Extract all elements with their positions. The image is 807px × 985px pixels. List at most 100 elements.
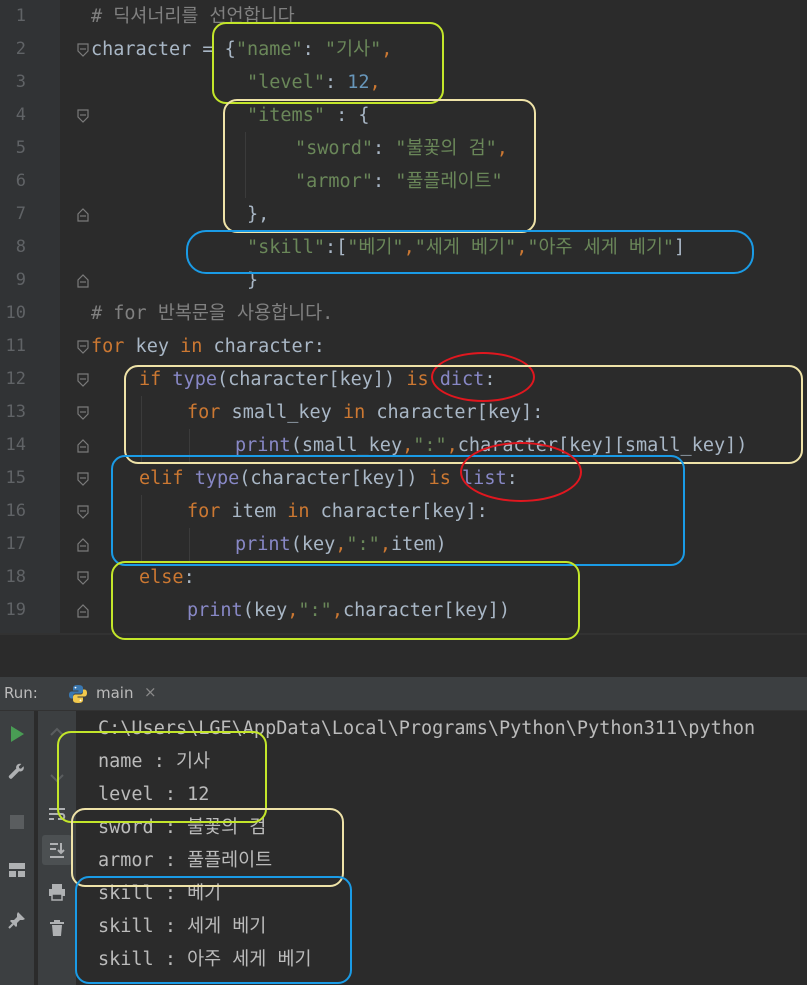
rerun-play-icon[interactable] bbox=[2, 719, 32, 749]
fold-open-icon[interactable] bbox=[77, 373, 89, 387]
code-line-5: "sword": "불꽃의 검", bbox=[295, 132, 508, 165]
comment: # for 반복문을 사용합니다. bbox=[91, 303, 334, 324]
punct: : bbox=[302, 39, 325, 60]
punct: : bbox=[506, 468, 518, 489]
trash-icon[interactable] bbox=[42, 913, 72, 943]
fold-open-icon[interactable] bbox=[77, 109, 89, 123]
console-line: level : 12 bbox=[98, 784, 210, 805]
fold-close-icon[interactable] bbox=[77, 538, 89, 552]
line-number: 5 bbox=[15, 138, 26, 158]
run-tab-main[interactable]: main × bbox=[62, 677, 168, 710]
string: "armor" bbox=[295, 171, 373, 192]
console-line: armor : 풀플레이트 bbox=[98, 850, 273, 871]
run-tab-label: main bbox=[96, 684, 134, 702]
keyword: is bbox=[406, 369, 429, 390]
fold-open-icon[interactable] bbox=[77, 406, 89, 420]
fold-open-icon[interactable] bbox=[77, 571, 89, 585]
keyword: for bbox=[187, 501, 221, 522]
code-line-3: "level": 12, bbox=[247, 66, 381, 99]
string: ":" bbox=[413, 435, 447, 456]
fold-close-icon[interactable] bbox=[77, 439, 89, 453]
string: "기사" bbox=[324, 39, 382, 60]
code-line-19: print(key,":",character[key]) bbox=[187, 594, 510, 627]
string: "세게 베기" bbox=[414, 237, 517, 258]
identifier: character[key][small_key]) bbox=[457, 435, 748, 456]
punct: , bbox=[331, 600, 343, 621]
keyword: in bbox=[342, 402, 366, 423]
string: ":" bbox=[298, 600, 332, 621]
identifier: (character[key]) bbox=[216, 369, 407, 390]
run-toolbar-secondary bbox=[38, 711, 76, 985]
builtin: type bbox=[172, 369, 217, 390]
line-number: 12 bbox=[5, 369, 26, 389]
line-number: 10 bbox=[5, 303, 26, 323]
code-line-8: "skill":["베기","세게 베기","아주 세게 베기"] bbox=[247, 231, 685, 264]
line-number: 14 bbox=[5, 435, 26, 455]
identifier: character: bbox=[202, 336, 325, 357]
scroll-to-end-icon[interactable] bbox=[42, 835, 72, 865]
punct: , bbox=[379, 534, 391, 555]
punct: } bbox=[247, 270, 259, 291]
layout-icon[interactable] bbox=[2, 855, 32, 885]
console-line: skill : 아주 세게 베기 bbox=[98, 949, 312, 970]
keyword: elif bbox=[139, 468, 184, 489]
fold-open-icon[interactable] bbox=[77, 340, 89, 354]
indent-guide bbox=[189, 528, 190, 561]
builtin: list bbox=[462, 468, 507, 489]
keyword: is bbox=[428, 468, 451, 489]
console-line: sword : 불꽃의 검 bbox=[98, 817, 267, 838]
code-line-13: for small_key in character[key]: bbox=[187, 396, 543, 429]
indent-guide bbox=[141, 495, 142, 561]
string: "name" bbox=[235, 39, 303, 60]
fold-open-icon[interactable] bbox=[77, 505, 89, 519]
fold-open-icon[interactable] bbox=[77, 43, 89, 57]
code-editor[interactable]: 1 2 3 4 5 6 7 8 9 10 11 12 13 14 15 16 1… bbox=[0, 0, 807, 633]
punct: , bbox=[287, 600, 299, 621]
wrench-icon[interactable] bbox=[2, 757, 32, 787]
line-number: 2 bbox=[15, 39, 26, 59]
string: "풀플레이트" bbox=[395, 171, 503, 192]
keyword: if bbox=[139, 369, 162, 390]
identifier: (key bbox=[242, 600, 288, 621]
string: ":" bbox=[346, 534, 380, 555]
punct: , bbox=[335, 534, 347, 555]
identifier: (key bbox=[290, 534, 336, 555]
fold-close-icon[interactable] bbox=[77, 208, 89, 222]
string: "sword" bbox=[295, 138, 373, 159]
punct: : bbox=[372, 138, 396, 159]
identifier: item bbox=[220, 501, 288, 522]
punct: , bbox=[369, 72, 381, 93]
operator: = { bbox=[191, 39, 236, 60]
keyword: else bbox=[139, 567, 184, 588]
fold-open-icon[interactable] bbox=[77, 472, 89, 486]
fold-close-icon[interactable] bbox=[77, 604, 89, 618]
punct: : { bbox=[324, 105, 370, 126]
arrow-up-icon[interactable] bbox=[42, 717, 72, 747]
code-line-18: else: bbox=[139, 561, 195, 594]
code-line-7: }, bbox=[247, 198, 269, 231]
print-icon[interactable] bbox=[42, 877, 72, 907]
keyword: for bbox=[187, 402, 221, 423]
soft-wrap-icon[interactable] bbox=[42, 799, 72, 829]
punct: , bbox=[496, 138, 508, 159]
identifier: character[key]: bbox=[309, 501, 488, 522]
punct: : bbox=[324, 72, 348, 93]
pin-icon[interactable] bbox=[2, 905, 32, 935]
code-line-11: for key in character: bbox=[91, 330, 325, 363]
string: "불꽃의 검" bbox=[395, 138, 497, 159]
stop-icon[interactable] bbox=[2, 807, 32, 837]
code-line-17: print(key,":",item) bbox=[235, 528, 447, 561]
line-number: 19 bbox=[5, 600, 26, 620]
console-output[interactable]: C:\Users\LGE\AppData\Local\Programs\Pyth… bbox=[80, 711, 807, 985]
code-line-1: # 딕셔너리를 선언합니다 bbox=[91, 0, 295, 33]
code-line-16: for item in character[key]: bbox=[187, 495, 488, 528]
identifier: small_key bbox=[220, 402, 343, 423]
python-icon bbox=[68, 684, 88, 704]
fold-close-icon[interactable] bbox=[77, 274, 89, 288]
string: "level" bbox=[247, 72, 325, 93]
arrow-down-icon[interactable] bbox=[42, 763, 72, 793]
builtin: type bbox=[194, 468, 240, 489]
close-icon[interactable]: × bbox=[144, 683, 157, 701]
string: "베기" bbox=[347, 237, 404, 258]
punct: , bbox=[446, 435, 458, 456]
